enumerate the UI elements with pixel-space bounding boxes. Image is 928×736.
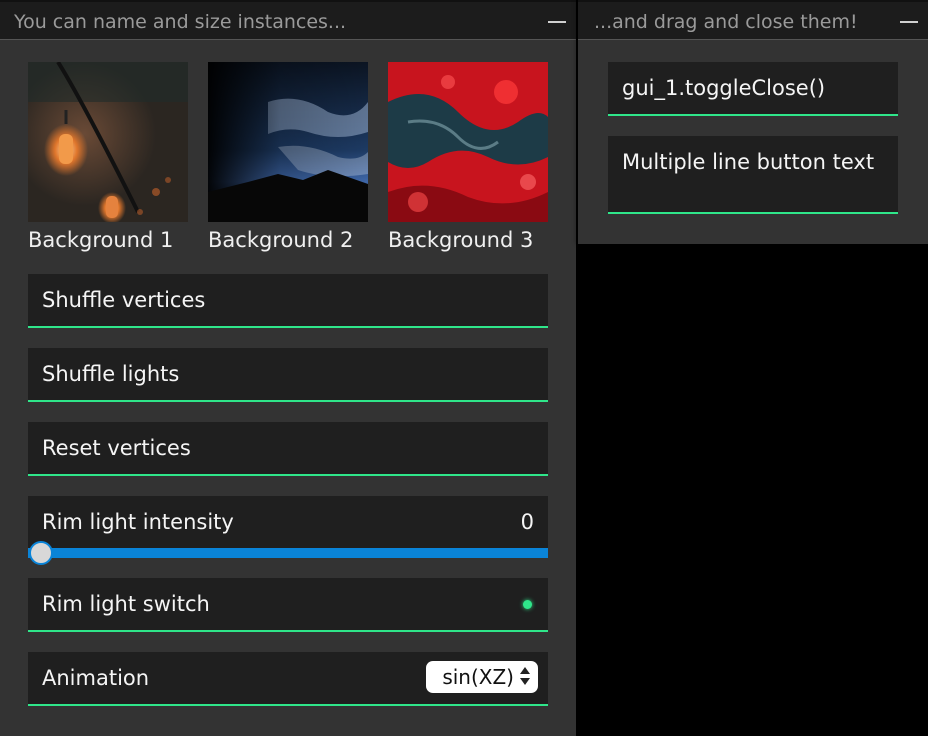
button-label: Shuffle lights [42, 362, 180, 386]
shuffle-lights-button[interactable]: Shuffle lights [28, 348, 548, 402]
reset-vertices-button[interactable]: Reset vertices [28, 422, 548, 476]
background-1-thumbnail[interactable]: Background 1 [28, 62, 188, 252]
background-2-thumbnail[interactable]: Background 2 [208, 62, 368, 252]
minimize-icon[interactable] [546, 11, 568, 33]
minimize-icon[interactable] [898, 11, 920, 33]
slider-handle[interactable] [29, 541, 53, 565]
slider-track[interactable] [28, 541, 548, 565]
panel-title: You can name and size instances... [14, 11, 347, 33]
background-2-image [208, 62, 368, 222]
rim-light-intensity-slider[interactable]: Rim light intensity 0 [28, 496, 548, 565]
shuffle-vertices-button[interactable]: Shuffle vertices [28, 274, 548, 328]
thumbnail-caption: Background 3 [388, 228, 534, 252]
toggle-close-button[interactable]: gui_1.toggleClose() [608, 62, 898, 116]
animation-control: Animation sin(XZ) [28, 652, 548, 706]
animation-select[interactable]: sin(XZ) [426, 661, 538, 693]
button-label: Multiple line button text [622, 150, 875, 174]
rim-light-switch-toggle[interactable]: Rim light switch [28, 578, 548, 632]
panel-title: ...and drag and close them! [594, 11, 858, 33]
thumbnail-caption: Background 2 [208, 228, 354, 252]
slider-label: Rim light intensity [42, 510, 234, 534]
switch-indicator-icon [523, 600, 532, 609]
background-3-image [388, 62, 548, 222]
select-value: sin(XZ) [442, 665, 514, 689]
button-label: gui_1.toggleClose() [622, 76, 826, 100]
thumbnail-caption: Background 1 [28, 228, 174, 252]
button-label: Shuffle vertices [42, 288, 206, 312]
panel-titlebar[interactable]: ...and drag and close them! [578, 0, 928, 40]
slider-value: 0 [520, 510, 534, 534]
background-1-image [28, 62, 188, 222]
switch-label: Rim light switch [42, 592, 210, 616]
select-label: Animation [42, 666, 150, 690]
gui-panel-right: ...and drag and close them! gui_1.toggle… [578, 0, 928, 244]
multiple-line-button[interactable]: Multiple line button text [608, 136, 898, 214]
background-3-thumbnail[interactable]: Background 3 [388, 62, 548, 252]
updown-arrows-icon [520, 667, 530, 687]
button-label: Reset vertices [42, 436, 191, 460]
gui-panel-left: You can name and size instances... Backg… [0, 0, 576, 736]
panel-titlebar[interactable]: You can name and size instances... [0, 0, 576, 40]
